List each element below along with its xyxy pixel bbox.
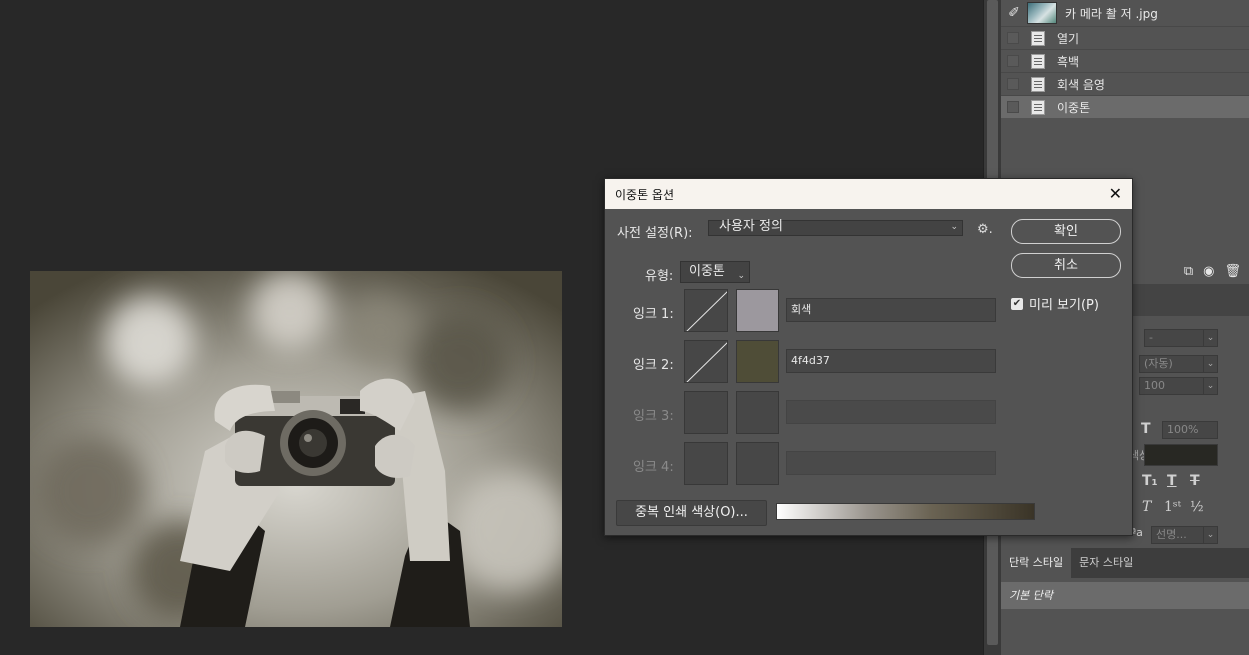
ink1-label: 잉크 1: xyxy=(633,307,674,322)
dialog-titlebar[interactable]: 이중톤 옵션 ✕ xyxy=(605,179,1132,209)
ink1-color-swatch[interactable] xyxy=(736,289,779,332)
document-image[interactable] xyxy=(30,271,562,627)
tab-character-styles[interactable]: 문자 스타일 xyxy=(1071,548,1141,578)
history-document-icon xyxy=(1031,76,1045,92)
duotone-gradient-preview xyxy=(776,503,1035,520)
trash-icon[interactable]: 🗑 xyxy=(1224,264,1241,279)
chevron-down-icon: ⌄ xyxy=(737,271,745,281)
ink3-color-swatch xyxy=(736,391,779,434)
horizontal-scale-input[interactable]: 100% xyxy=(1162,421,1218,439)
ink2-name-input[interactable]: 4f4d37 xyxy=(786,349,996,373)
horizontal-scale-icon: T xyxy=(1141,421,1151,437)
preset-select[interactable]: 사용자 정의 ⌄ xyxy=(708,220,963,236)
subscript-icon[interactable]: T₁ xyxy=(1142,473,1158,489)
camera-icon[interactable]: ◉ xyxy=(1203,264,1214,279)
scale-value: 100% xyxy=(1167,423,1199,436)
curve-diagonal-icon xyxy=(686,291,727,331)
history-item-label: 이중톤 xyxy=(1057,100,1091,115)
ink4-curve-button xyxy=(684,442,728,485)
ink2-label: 잉크 2: xyxy=(633,358,674,373)
history-item-grayscale[interactable]: 회색 음영 xyxy=(1001,72,1249,95)
ink4-name-input xyxy=(786,451,996,475)
history-list: 열기 흑백 회색 음영 이중톤 xyxy=(1001,26,1249,118)
history-brush-source-checkbox[interactable] xyxy=(1007,32,1019,44)
tracking-value: 100 xyxy=(1144,379,1165,392)
type-label: 유형: xyxy=(645,269,674,284)
fraction-icon[interactable]: ½ xyxy=(1190,499,1204,515)
chevron-down-icon: ⌄ xyxy=(1203,330,1217,346)
paragraph-style-list: 기본 단락 xyxy=(1001,578,1249,655)
history-document-icon xyxy=(1031,53,1045,69)
chevron-down-icon: ⌄ xyxy=(1203,356,1217,372)
ordinal-icon[interactable]: 1ˢᵗ xyxy=(1164,499,1181,515)
new-document-from-state-icon[interactable]: ⧉ xyxy=(1184,264,1193,279)
snapshot-thumbnail xyxy=(1027,2,1057,24)
ink2-color-swatch[interactable] xyxy=(736,340,779,383)
paragraph-style-item[interactable]: 기본 단락 xyxy=(1001,582,1249,609)
type-select[interactable]: 이중톤 ⌄ xyxy=(680,261,750,283)
ink4-color-swatch xyxy=(736,442,779,485)
history-document-icon xyxy=(1031,99,1045,115)
history-item-grayscale-bw[interactable]: 흑백 xyxy=(1001,49,1249,72)
leading-value: (자동) xyxy=(1144,357,1173,370)
ink3-curve-button xyxy=(684,391,728,434)
italic-icon[interactable]: T xyxy=(1142,499,1151,515)
history-brush-icon[interactable]: ✐ xyxy=(1001,5,1027,21)
type-value: 이중톤 xyxy=(689,264,725,279)
ink3-label: 잉크 3: xyxy=(633,409,674,424)
history-item-label: 열기 xyxy=(1057,31,1080,46)
preview-label: 미리 보기(P) xyxy=(1029,298,1099,313)
duotone-options-dialog: 이중톤 옵션 ✕ 사전 설정(R): 사용자 정의 ⌄ ⚙. 유형: 이중톤 ⌄… xyxy=(604,178,1133,536)
ink4-label: 잉크 4: xyxy=(633,460,674,475)
history-brush-source-checkbox[interactable] xyxy=(1007,55,1019,67)
chevron-down-icon: ⌄ xyxy=(1203,378,1217,394)
checkmark-icon[interactable]: ✔ xyxy=(1011,297,1023,310)
tracking-select[interactable]: 100 ⌄ xyxy=(1139,377,1218,395)
chevron-down-icon: ⌄ xyxy=(1203,527,1217,543)
ink2-curve-button[interactable] xyxy=(684,340,728,383)
overprint-colors-button[interactable]: 중복 인쇄 색상(O)... xyxy=(616,500,767,526)
chevron-down-icon: ⌄ xyxy=(950,222,958,232)
history-snapshot[interactable]: ✐ 카 메라 촬 저 .jpg xyxy=(1001,0,1249,26)
anti-alias-select[interactable]: 선명... ⌄ xyxy=(1151,526,1218,544)
cancel-button[interactable]: 취소 xyxy=(1011,253,1121,278)
snapshot-filename: 카 메라 촬 저 .jpg xyxy=(1065,6,1158,21)
dialog-title: 이중톤 옵션 xyxy=(615,187,675,202)
preset-label: 사전 설정(R): xyxy=(617,226,693,241)
history-item-open[interactable]: 열기 xyxy=(1001,26,1249,49)
underline-icon[interactable]: T xyxy=(1167,473,1177,489)
style-tabs: 단락 스타일 문자 스타일 xyxy=(1001,548,1249,578)
history-item-duotone[interactable]: 이중톤 xyxy=(1001,95,1249,118)
history-item-label: 흑백 xyxy=(1057,54,1080,69)
strikethrough-icon[interactable]: T xyxy=(1190,473,1200,489)
leading-select[interactable]: (자동) ⌄ xyxy=(1139,355,1218,373)
history-document-icon xyxy=(1031,30,1045,46)
curve-diagonal-icon xyxy=(686,342,727,382)
preview-toggle[interactable]: ✔ 미리 보기(P) xyxy=(1011,294,1099,313)
ink1-curve-button[interactable] xyxy=(684,289,728,332)
close-icon[interactable]: ✕ xyxy=(1109,184,1122,203)
gear-icon[interactable]: ⚙. xyxy=(977,222,993,237)
preset-value: 사용자 정의 xyxy=(719,219,783,234)
history-item-label: 회색 음영 xyxy=(1057,77,1105,92)
ink1-name-input[interactable]: 회색 xyxy=(786,298,996,322)
history-brush-source-checkbox[interactable] xyxy=(1007,101,1019,113)
history-brush-source-checkbox[interactable] xyxy=(1007,78,1019,90)
tab-paragraph-styles[interactable]: 단락 스타일 xyxy=(1001,548,1072,578)
anti-alias-value: 선명... xyxy=(1156,528,1187,541)
ink3-name-input xyxy=(786,400,996,424)
font-size-select[interactable]: - ⌄ xyxy=(1144,329,1218,347)
text-color-swatch[interactable] xyxy=(1144,444,1218,466)
ok-button[interactable]: 확인 xyxy=(1011,219,1121,244)
